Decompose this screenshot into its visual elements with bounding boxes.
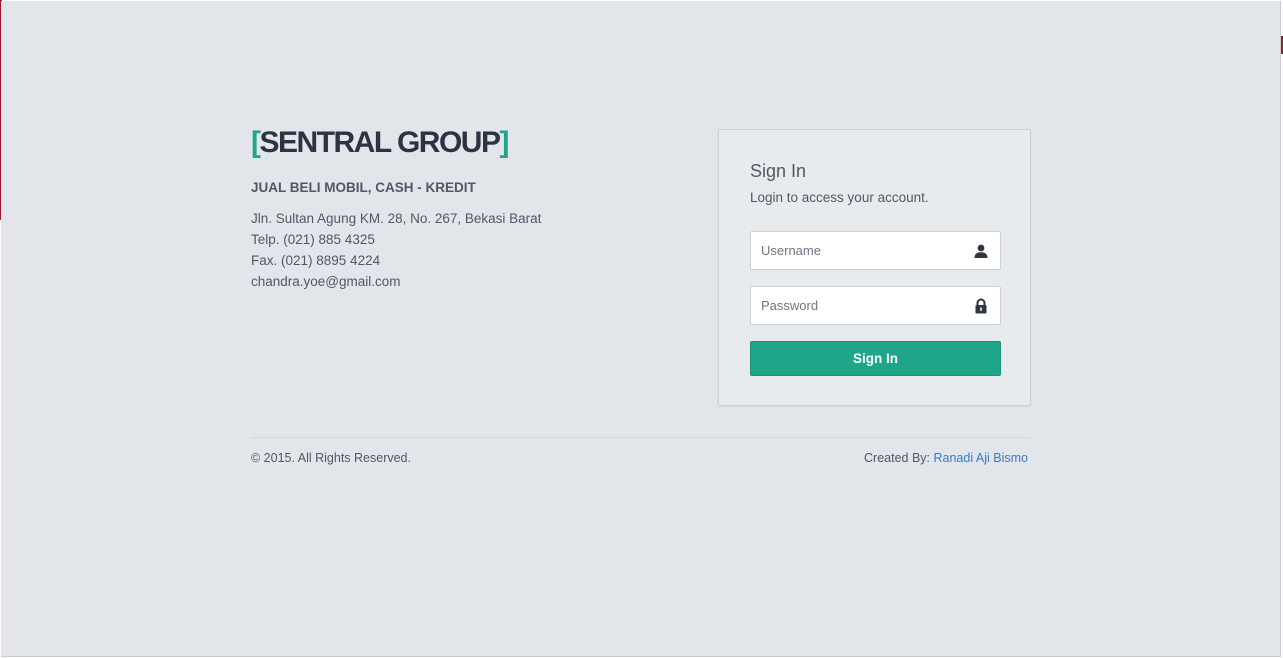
lock-icon (975, 298, 987, 314)
contact-details: Jln. Sultan Agung KM. 28, No. 267, Bekas… (251, 208, 541, 292)
company-email: chandra.yoe@gmail.com (251, 274, 401, 289)
sign-in-panel: Sign In Login to access your account. Si… (718, 129, 1031, 406)
password-field[interactable] (750, 286, 1001, 325)
logo-bracket-close: ] (499, 126, 509, 159)
username-input[interactable] (751, 232, 961, 269)
footer-divider (251, 437, 1031, 438)
user-icon (974, 244, 988, 258)
sign-in-button[interactable]: Sign In (750, 341, 1001, 376)
sign-in-title: Sign In (750, 161, 807, 181)
company-fax: Fax. (021) 8895 4224 (251, 253, 381, 268)
password-input[interactable] (751, 287, 961, 324)
company-phone: Telp. (021) 885 4325 (251, 232, 375, 247)
company-info: [SENTRAL GROUP] JUAL BELI MOBIL, CASH - … (251, 125, 541, 292)
credits: Created By: Ranadi Aji Bismo (864, 450, 1028, 466)
author-link[interactable]: Ranadi Aji Bismo (934, 451, 1029, 465)
copyright-text: © 2015. All Rights Reserved. (251, 451, 411, 465)
company-logo: [SENTRAL GROUP] (251, 125, 541, 161)
logo-bracket-open: [ (251, 126, 261, 159)
company-name: SENTRAL GROUP (259, 126, 501, 159)
created-by-label: Created By: (864, 451, 931, 465)
sign-in-subtitle: Login to access your account. (750, 190, 929, 205)
username-field[interactable] (750, 231, 1001, 270)
company-address: Jln. Sultan Agung KM. 28, No. 267, Bekas… (251, 211, 542, 226)
company-tagline: JUAL BELI MOBIL, CASH - KREDIT (251, 180, 476, 195)
login-page: [SENTRAL GROUP] JUAL BELI MOBIL, CASH - … (1, 1, 1281, 657)
